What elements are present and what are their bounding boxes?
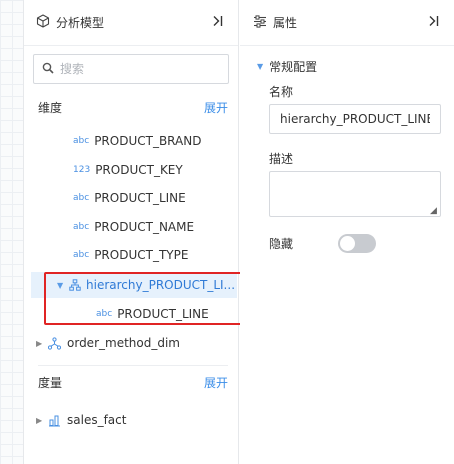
hidden-label: 隐藏 <box>269 237 294 251</box>
grid-canvas[interactable] <box>0 0 24 464</box>
dimension-item-product-line[interactable]: abc PRODUCT_LINE <box>73 185 186 211</box>
dimension-item-label: PRODUCT_BRAND <box>94 134 202 148</box>
dimension-item-product-type[interactable]: abc PRODUCT_TYPE <box>73 242 188 268</box>
hierarchy-item[interactable]: ▼ hierarchy_PRODUCT_LI... <box>57 272 235 298</box>
name-label: 名称 <box>269 85 294 99</box>
dimension-item-label: PRODUCT_TYPE <box>94 248 189 262</box>
dimensions-expand-link[interactable]: 展开 <box>204 99 228 116</box>
caret-down-icon[interactable]: ▼ <box>57 281 69 290</box>
description-textarea[interactable] <box>269 171 441 217</box>
text-type-icon: abc <box>96 309 113 319</box>
dimension-item-product-brand[interactable]: abc PRODUCT_BRAND <box>73 128 201 154</box>
cube-icon <box>36 14 50 31</box>
dimensions-label: 维度 <box>38 100 63 115</box>
number-type-icon: 123 <box>73 165 91 175</box>
model-panel-title: 分析模型 <box>56 16 105 30</box>
resize-handle-icon[interactable]: ◢ <box>430 206 437 216</box>
description-label: 描述 <box>269 152 294 166</box>
section-divider <box>38 365 228 366</box>
dimension-item-label: PRODUCT_NAME <box>94 220 195 234</box>
measure-group-label: sales_fact <box>67 413 127 427</box>
settings-sliders-icon <box>253 14 267 31</box>
text-type-icon: abc <box>73 193 90 203</box>
collapse-right-icon[interactable] <box>210 15 226 31</box>
dimensions-section-header: 维度 展开 <box>38 97 228 117</box>
model-panel-header: 分析模型 <box>24 0 238 46</box>
fact-table-icon <box>48 414 61 427</box>
hidden-toggle[interactable] <box>338 234 376 253</box>
property-panel-title: 属性 <box>273 16 298 30</box>
general-config-group[interactable]: ▼ 常规配置 <box>257 58 317 75</box>
toggle-knob <box>340 236 355 251</box>
dimension-item-product-name[interactable]: abc PRODUCT_NAME <box>73 214 194 240</box>
caret-down-icon: ▼ <box>257 62 264 71</box>
caret-right-icon[interactable]: ▶ <box>36 339 48 348</box>
search-input[interactable] <box>60 62 220 76</box>
hierarchy-item-label: hierarchy_PRODUCT_LI... <box>86 278 236 292</box>
measure-group-sales-fact[interactable]: ▶ sales_fact <box>36 407 126 433</box>
caret-right-icon[interactable]: ▶ <box>36 416 48 425</box>
text-type-icon: abc <box>73 250 90 260</box>
text-type-icon: abc <box>73 136 90 146</box>
name-input[interactable] <box>269 104 441 134</box>
dimension-group-order-method-dim[interactable]: ▶ order_method_dim <box>36 330 180 356</box>
dimension-item-product-key[interactable]: 123 PRODUCT_KEY <box>73 157 183 183</box>
group-title-label: 常规配置 <box>269 60 318 74</box>
dimension-table-icon <box>48 336 61 350</box>
measures-expand-link[interactable]: 展开 <box>204 374 228 391</box>
hierarchy-child-label: PRODUCT_LINE <box>117 307 209 321</box>
property-panel-header: 属性 <box>240 0 454 46</box>
measures-section-header: 度量 展开 <box>38 372 228 392</box>
dimension-item-label: PRODUCT_LINE <box>94 191 186 205</box>
search-box[interactable] <box>33 54 229 84</box>
analysis-model-panel: 分析模型 维度 展开 abc PRODUCT_BRAND 123 PRODUCT… <box>24 0 239 464</box>
property-panel: 属性 ▼ 常规配置 名称 描述 ◢ 隐藏 <box>240 0 454 464</box>
hierarchy-icon <box>69 279 81 291</box>
search-icon <box>42 62 54 77</box>
dimension-group-label: order_method_dim <box>67 336 180 350</box>
dimension-item-label: PRODUCT_KEY <box>95 163 183 177</box>
measures-label: 度量 <box>38 375 63 390</box>
hierarchy-child-product-line[interactable]: abc PRODUCT_LINE <box>96 301 209 327</box>
text-type-icon: abc <box>73 222 90 232</box>
collapse-right-icon[interactable] <box>426 15 442 31</box>
